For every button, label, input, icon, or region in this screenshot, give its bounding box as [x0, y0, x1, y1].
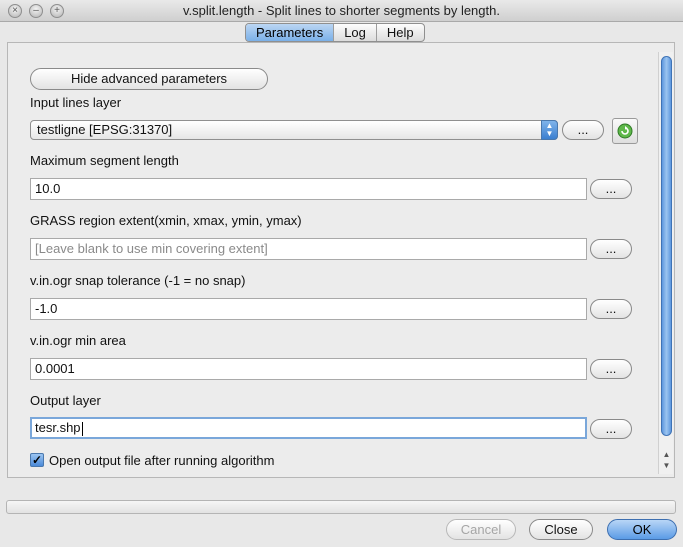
region-extent-label: GRASS region extent(xmin, xmax, ymin, ym…: [30, 213, 302, 228]
snap-tolerance-input[interactable]: -1.0: [30, 298, 587, 320]
region-extent-input[interactable]: [Leave blank to use min covering extent]: [30, 238, 587, 260]
open-output-checkbox[interactable]: ✓: [30, 453, 44, 467]
min-area-label: v.in.ogr min area: [30, 333, 126, 348]
tab-parameters[interactable]: Parameters: [246, 24, 335, 41]
min-area-browse-button[interactable]: ...: [590, 359, 632, 379]
input-layer-label: Input lines layer: [30, 95, 122, 110]
close-button[interactable]: Close: [529, 519, 593, 540]
output-layer-input[interactable]: tesr.shp: [30, 417, 587, 439]
text-caret: [81, 421, 83, 436]
refresh-icon: [617, 123, 633, 139]
progress-bar: [6, 500, 676, 514]
open-output-label: Open output file after running algorithm: [49, 452, 275, 468]
input-layer-select[interactable]: testligne [EPSG:31370] ▲ ▼: [30, 120, 558, 140]
max-segment-input[interactable]: 10.0: [30, 178, 587, 200]
tab-log[interactable]: Log: [334, 24, 377, 41]
region-extent-browse-button[interactable]: ...: [590, 239, 632, 259]
max-segment-label: Maximum segment length: [30, 153, 179, 168]
snap-tolerance-label: v.in.ogr snap tolerance (-1 = no snap): [30, 273, 246, 288]
output-layer-label: Output layer: [30, 393, 101, 408]
snap-tolerance-browse-button[interactable]: ...: [590, 299, 632, 319]
min-area-input[interactable]: 0.0001: [30, 358, 587, 380]
tab-bar: Parameters Log Help: [245, 23, 425, 42]
hide-advanced-parameters-button[interactable]: Hide advanced parameters: [30, 68, 268, 90]
scroll-up-icon[interactable]: ▲: [661, 450, 672, 460]
window-title: v.split.length - Split lines to shorter …: [183, 3, 500, 18]
scroll-down-icon[interactable]: ▼: [661, 461, 672, 471]
vertical-scrollbar[interactable]: ▲ ▼: [658, 52, 673, 474]
input-layer-browse-button[interactable]: ...: [562, 120, 604, 140]
open-output-row: ✓ Open output file after running algorit…: [30, 452, 274, 468]
title-bar: × – + v.split.length - Split lines to sh…: [0, 0, 683, 22]
checkmark-icon: ✓: [31, 453, 43, 467]
max-segment-browse-button[interactable]: ...: [590, 179, 632, 199]
tab-help[interactable]: Help: [377, 24, 424, 41]
ok-button[interactable]: OK: [607, 519, 677, 540]
input-layer-value: testligne [EPSG:31370]: [37, 122, 173, 137]
cancel-button[interactable]: Cancel: [446, 519, 516, 540]
output-layer-browse-button[interactable]: ...: [590, 419, 632, 439]
scrollbar-thumb[interactable]: [661, 56, 672, 436]
select-arrows-icon: ▲ ▼: [541, 120, 558, 140]
output-layer-value: tesr.shp: [35, 420, 81, 435]
refresh-layer-button[interactable]: [612, 118, 638, 144]
